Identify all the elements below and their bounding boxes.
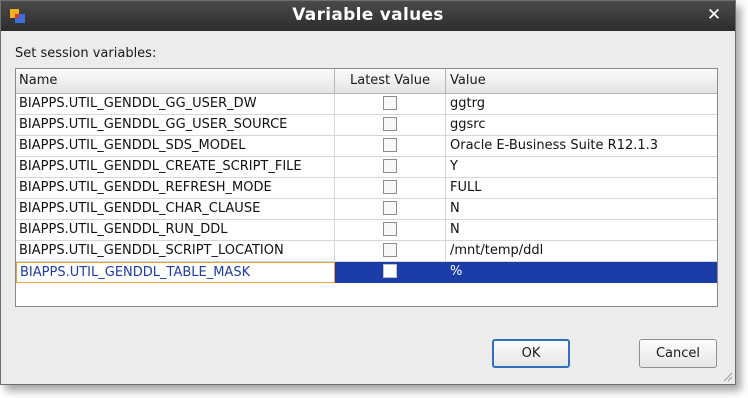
latest-value-checkbox[interactable] <box>383 201 397 215</box>
close-icon[interactable]: ✕ <box>705 6 723 24</box>
variable-name-cell[interactable]: BIAPPS.UTIL_GENDDL_CREATE_SCRIPT_FILE <box>16 157 335 178</box>
column-header-value[interactable]: Value <box>446 69 717 93</box>
latest-value-cell <box>335 262 446 283</box>
latest-value-cell <box>335 220 446 241</box>
title-bar[interactable]: Variable values ✕ <box>1 1 735 31</box>
variable-name-cell[interactable]: BIAPPS.UTIL_GENDDL_TABLE_MASK <box>16 262 335 283</box>
latest-value-checkbox[interactable] <box>383 264 397 278</box>
latest-value-checkbox[interactable] <box>383 117 397 131</box>
variable-name-cell[interactable]: BIAPPS.UTIL_GENDDL_GG_USER_DW <box>16 94 335 115</box>
column-header-name[interactable]: Name <box>16 69 335 93</box>
instruction-label: Set session variables: <box>15 46 157 61</box>
latest-value-cell <box>335 94 446 115</box>
variable-name-cell[interactable]: BIAPPS.UTIL_GENDDL_REFRESH_MODE <box>16 178 335 199</box>
cancel-button[interactable]: Cancel <box>639 339 717 368</box>
table-row[interactable]: BIAPPS.UTIL_GENDDL_CHAR_CLAUSE N <box>16 199 717 220</box>
latest-value-cell <box>335 157 446 178</box>
variable-value-cell[interactable]: % <box>446 262 717 283</box>
latest-value-cell <box>335 199 446 220</box>
latest-value-checkbox[interactable] <box>383 243 397 257</box>
variable-name-cell[interactable]: BIAPPS.UTIL_GENDDL_SDS_MODEL <box>16 136 335 157</box>
variable-value-cell[interactable]: N <box>446 220 717 241</box>
table-row[interactable]: BIAPPS.UTIL_GENDDL_CREATE_SCRIPT_FILE Y <box>16 157 717 178</box>
variable-name-cell[interactable]: BIAPPS.UTIL_GENDDL_SCRIPT_LOCATION <box>16 241 335 262</box>
latest-value-cell <box>335 136 446 157</box>
table-row[interactable]: BIAPPS.UTIL_GENDDL_SCRIPT_LOCATION/mnt/t… <box>16 241 717 262</box>
latest-value-cell <box>335 115 446 136</box>
latest-value-checkbox[interactable] <box>383 96 397 110</box>
table-row[interactable]: BIAPPS.UTIL_GENDDL_GG_USER_DW ggtrg <box>16 94 717 115</box>
variables-table[interactable]: Name Latest Value Value BIAPPS.UTIL_GEND… <box>15 68 718 307</box>
resize-grip-icon[interactable] <box>721 370 733 382</box>
variable-value-cell[interactable]: Y <box>446 157 717 178</box>
variable-value-cell[interactable]: Oracle E-Business Suite R12.1.3 <box>446 136 717 157</box>
table-row[interactable]: BIAPPS.UTIL_GENDDL_RUN_DDL N <box>16 220 717 241</box>
latest-value-checkbox[interactable] <box>383 222 397 236</box>
variable-value-cell[interactable]: N <box>446 199 717 220</box>
latest-value-checkbox[interactable] <box>383 159 397 173</box>
latest-value-cell <box>335 241 446 262</box>
ok-button[interactable]: OK <box>492 339 570 368</box>
variable-name-cell[interactable]: BIAPPS.UTIL_GENDDL_GG_USER_SOURCE <box>16 115 335 136</box>
table-header: Name Latest Value Value <box>16 69 717 94</box>
variable-name-cell[interactable]: BIAPPS.UTIL_GENDDL_CHAR_CLAUSE <box>16 199 335 220</box>
variable-value-cell[interactable]: ggtrg <box>446 94 717 115</box>
column-header-latest-value[interactable]: Latest Value <box>335 69 446 93</box>
variable-name-cell[interactable]: BIAPPS.UTIL_GENDDL_RUN_DDL <box>16 220 335 241</box>
table-row[interactable]: BIAPPS.UTIL_GENDDL_TABLE_MASK% <box>16 262 717 283</box>
dialog-title: Variable values <box>292 5 444 25</box>
table-row[interactable]: BIAPPS.UTIL_GENDDL_REFRESH_MODE FULL <box>16 178 717 199</box>
variable-value-cell[interactable]: ggsrc <box>446 115 717 136</box>
latest-value-cell <box>335 178 446 199</box>
table-row[interactable]: BIAPPS.UTIL_GENDDL_SDS_MODEL Oracle E-Bus… <box>16 136 717 157</box>
variable-value-cell[interactable]: /mnt/temp/ddl <box>446 241 717 262</box>
variable-values-dialog: Variable values ✕ Set session variables:… <box>0 0 736 385</box>
latest-value-checkbox[interactable] <box>383 138 397 152</box>
table-row[interactable]: BIAPPS.UTIL_GENDDL_GG_USER_SOURCE ggsrc <box>16 115 717 136</box>
latest-value-checkbox[interactable] <box>383 180 397 194</box>
variable-value-cell[interactable]: FULL <box>446 178 717 199</box>
